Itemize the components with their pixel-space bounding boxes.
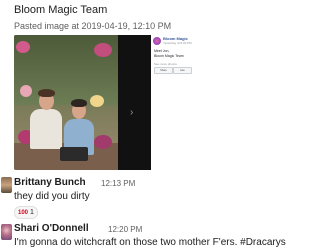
message: Shari O'Donnell 12:20 PM I'm gonna do wi…: [0, 221, 286, 250]
flower: [16, 41, 30, 53]
flower: [20, 85, 32, 97]
shirt: [30, 109, 62, 149]
avatar-icon[interactable]: [1, 177, 12, 193]
flower: [90, 95, 104, 107]
like-button: Like: [173, 67, 192, 74]
hair: [38, 89, 55, 97]
hair: [71, 99, 87, 107]
page-avatar: [153, 37, 161, 45]
photo: [14, 35, 118, 170]
reaction-count: 1: [29, 209, 34, 216]
post-title: Bloom Magic Team: [14, 4, 108, 16]
post-line: Meet Jon,: [154, 49, 170, 53]
timestamp[interactable]: 12:20 PM: [108, 225, 142, 234]
laptop: [60, 147, 88, 161]
timestamp[interactable]: 12:13 PM: [101, 179, 135, 188]
message: Brittany Bunch 12:13 PM they did you dir…: [0, 175, 250, 220]
message-text: I'm gonna do witchcraft on those two mot…: [14, 237, 286, 248]
flower: [94, 43, 112, 57]
reaction-pill[interactable]: 100 1: [14, 206, 38, 219]
sender-name[interactable]: Shari O'Donnell: [14, 223, 89, 234]
hundred-points-icon: 100: [18, 210, 29, 216]
image-caption[interactable]: Pasted image at 2019-04-19, 12:10 PM: [14, 21, 171, 31]
embedded-post-card: Bloom Magic Yesterday at 8:30 PM Meet Jo…: [151, 35, 213, 170]
share-button: Share: [154, 67, 173, 74]
see-more-link: See more photos: [154, 62, 177, 66]
avatar-icon[interactable]: [1, 224, 12, 240]
post-line: Bloom Magic Team: [154, 54, 184, 58]
flower: [94, 135, 112, 149]
sender-name[interactable]: Brittany Bunch: [14, 177, 86, 188]
post-time: Yesterday at 8:30 PM: [163, 41, 192, 45]
message-text: they did you dirty: [14, 191, 90, 202]
chevron-right-icon[interactable]: ›: [130, 107, 133, 118]
